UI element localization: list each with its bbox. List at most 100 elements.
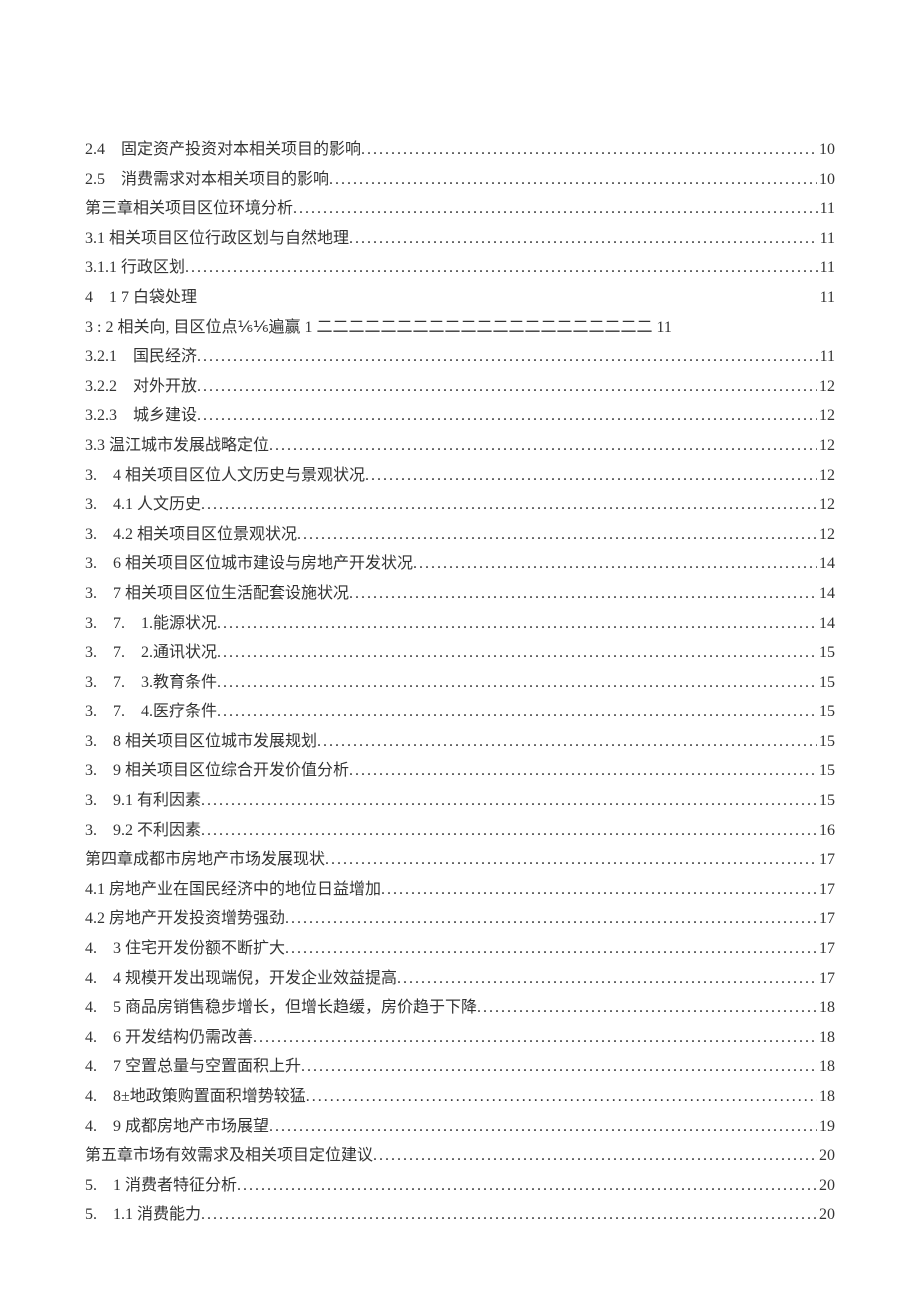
toc-page-number: 12	[817, 520, 835, 550]
toc-entry: 3 : 2 相关向, 目区位点⅙⅙遍赢 1 二二二二二二二二二二二二二二二二二二…	[85, 313, 835, 343]
toc-entry: 3. 7. 2.通讯状况 15	[85, 638, 835, 668]
toc-entry: 3. 7. 4.医疗条件 15	[85, 697, 835, 727]
toc-entry-text: 4. 9 成都房地产市场展望	[85, 1112, 269, 1142]
toc-entry: 4. 5 商品房销售稳步增长，但增长趋缓，房价趋于下降 18	[85, 993, 835, 1023]
toc-page-number: 18	[817, 1082, 835, 1112]
toc-entry-text: 3.3 温江城市发展战略定位	[85, 431, 269, 461]
toc-page-number: 17	[817, 875, 835, 905]
toc-entry: 4. 4 规模开发出现端倪，开发企业效益提高 17	[85, 964, 835, 994]
toc-entry: 4.1 房地产业在国民经济中的地位日益增加 17	[85, 875, 835, 905]
toc-entry: 4 1 7 白袋处理 11	[85, 283, 835, 313]
toc-page-number: 17	[817, 845, 835, 875]
toc-leader-dots	[293, 194, 818, 224]
toc-entry: 2.4 固定资产投资对本相关项目的影响 10	[85, 135, 835, 165]
toc-page-number: 17	[817, 964, 835, 994]
toc-entry-text: 3.1.1 行政区划	[85, 253, 185, 283]
toc-entry: 第四章成都市房地产市场发展现状 17	[85, 845, 835, 875]
toc-leader-dots	[217, 609, 817, 639]
toc-entry-text: 3 : 2 相关向, 目区位点⅙⅙遍赢 1 二二二二二二二二二二二二二二二二二二…	[85, 313, 672, 343]
toc-leader-dots	[325, 845, 817, 875]
toc-entry-text: 第三章相关项目区位环境分析	[85, 194, 293, 224]
toc-leader-dots	[365, 461, 817, 491]
toc-entry-text: 4. 5 商品房销售稳步增长，但增长趋缓，房价趋于下降	[85, 993, 477, 1023]
toc-page-number: 15	[817, 786, 835, 816]
toc-entry: 3. 8 相关项目区位城市发展规划 15	[85, 727, 835, 757]
toc-page-number: 20	[817, 1171, 835, 1201]
toc-entry-text: 4.1 房地产业在国民经济中的地位日益增加	[85, 875, 381, 905]
toc-leader-dots	[185, 253, 818, 283]
toc-entry-text: 3. 7 相关项目区位生活配套设施状况	[85, 579, 349, 609]
toc-leader-dots	[317, 727, 817, 757]
toc-leader-dots	[237, 1171, 817, 1201]
toc-entry-text: 3. 9.1 有利因素	[85, 786, 201, 816]
toc-leader-dots	[197, 372, 817, 402]
toc-entry: 3.2.3 城乡建设 12	[85, 401, 835, 431]
toc-entry-text: 3. 6 相关项目区位城市建设与房地产开发状况	[85, 549, 413, 579]
toc-page-number: 12	[817, 431, 835, 461]
toc-entry: 3.1.1 行政区划 11	[85, 253, 835, 283]
toc-entry-text: 2.5 消费需求对本相关项目的影响	[85, 165, 329, 195]
toc-leader-dots	[217, 697, 817, 727]
toc-page-number: 15	[817, 638, 835, 668]
toc-leader-dots	[349, 579, 817, 609]
toc-entry-text: 3.2.2 对外开放	[85, 372, 197, 402]
toc-entry: 3. 9.1 有利因素 15	[85, 786, 835, 816]
toc-entry-text: 3. 8 相关项目区位城市发展规划	[85, 727, 317, 757]
toc-entry-text: 4. 3 住宅开发份额不断扩大	[85, 934, 285, 964]
toc-page-number: 16	[817, 816, 835, 846]
toc-leader-dots	[373, 1141, 817, 1171]
toc-page-number: 19	[817, 1112, 835, 1142]
toc-entry-text: 3. 7. 1.能源状况	[85, 609, 217, 639]
toc-entry-text: 3.2.3 城乡建设	[85, 401, 197, 431]
toc-entry: 3. 7. 1.能源状况 14	[85, 609, 835, 639]
toc-leader-dots	[201, 786, 817, 816]
toc-page-number: 18	[817, 1052, 835, 1082]
toc-entry-text: 3. 4.1 人文历史	[85, 490, 201, 520]
toc-leader-dots	[217, 638, 817, 668]
toc-page-number: 11	[820, 283, 835, 313]
toc-leader-dots	[201, 816, 817, 846]
toc-leader-dots	[269, 1112, 817, 1142]
toc-entry: 3. 6 相关项目区位城市建设与房地产开发状况 14	[85, 549, 835, 579]
toc-entry-text: 第五章市场有效需求及相关项目定位建议	[85, 1141, 373, 1171]
toc-leader-dots	[301, 1052, 817, 1082]
toc-page-number: 20	[817, 1200, 835, 1230]
toc-leader-dots	[297, 520, 817, 550]
toc-entry: 3. 7. 3.教育条件 15	[85, 668, 835, 698]
toc-entry: 3. 4.2 相关项目区位景观状况 12	[85, 520, 835, 550]
toc-page-number: 15	[817, 727, 835, 757]
toc-entry-text: 第四章成都市房地产市场发展现状	[85, 845, 325, 875]
toc-leader-dots	[397, 964, 817, 994]
toc-entry: 4. 9 成都房地产市场展望 19	[85, 1112, 835, 1142]
toc-entry: 3. 7 相关项目区位生活配套设施状况 14	[85, 579, 835, 609]
toc-entry: 4.2 房地产开发投资增势强劲 17	[85, 904, 835, 934]
toc-page-number: 10	[817, 135, 835, 165]
toc-page-number: 11	[818, 253, 835, 283]
toc-page-number: 11	[818, 194, 835, 224]
toc-page-number: 15	[817, 668, 835, 698]
toc-entry-text: 4. 8±地政策购置面积增势较猛	[85, 1082, 306, 1112]
toc-page-number: 15	[817, 697, 835, 727]
toc-entry: 第五章市场有效需求及相关项目定位建议 20	[85, 1141, 835, 1171]
toc-page-number: 20	[817, 1141, 835, 1171]
toc-page-number: 14	[817, 549, 835, 579]
toc-leader-dots	[253, 1023, 817, 1053]
toc-entry-text: 4 1 7 白袋处理	[85, 283, 197, 313]
toc-leader-dots	[329, 165, 817, 195]
toc-leader-dots	[381, 875, 817, 905]
toc-entry-text: 3.1 相关项目区位行政区划与自然地理	[85, 224, 349, 254]
toc-entry: 3.2.2 对外开放 12	[85, 372, 835, 402]
toc-leader-dots	[349, 756, 817, 786]
toc-page-number: 17	[817, 904, 835, 934]
toc-page-number: 12	[817, 401, 835, 431]
toc-entry: 3. 9 相关项目区位综合开发价值分析 15	[85, 756, 835, 786]
toc-leader-dots	[201, 490, 817, 520]
toc-page-number: 15	[817, 756, 835, 786]
toc-entry: 4. 6 开发结构仍需改善 18	[85, 1023, 835, 1053]
toc-entry-text: 5. 1 消费者特征分析	[85, 1171, 237, 1201]
toc-leader-dots	[197, 342, 818, 372]
toc-entry: 5. 1 消费者特征分析 20	[85, 1171, 835, 1201]
toc-entry: 3. 9.2 不利因素 16	[85, 816, 835, 846]
toc-leader-dots	[269, 431, 817, 461]
toc-entry-text: 4. 7 空置总量与空置面积上升	[85, 1052, 301, 1082]
